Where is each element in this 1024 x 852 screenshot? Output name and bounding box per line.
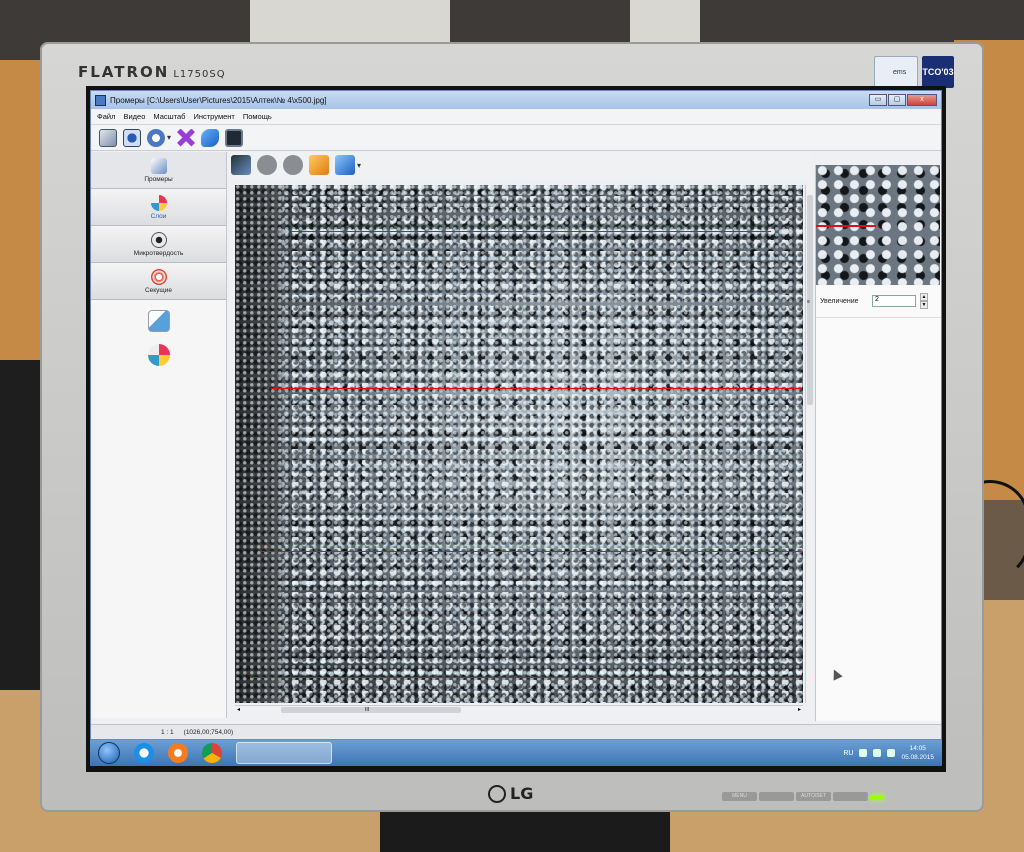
record-icon[interactable] [257, 155, 277, 175]
preview-panel: Увеличение 2 ▲ ▼ [815, 165, 941, 721]
tools-icon[interactable] [177, 128, 196, 147]
zoom-control: Увеличение 2 ▲ ▼ [816, 285, 941, 318]
menu-video[interactable]: Видео [123, 112, 145, 121]
status-scale: 1 : 1 [161, 728, 174, 736]
main-toolbar: ▾ [91, 125, 941, 151]
pause-icon[interactable] [283, 155, 303, 175]
camera-icon[interactable] [123, 128, 141, 147]
save-icon[interactable] [335, 155, 355, 175]
zoom-label: Увеличение [820, 297, 859, 305]
chrome-icon[interactable] [202, 743, 222, 763]
tab-layers[interactable]: Слои [91, 189, 226, 226]
close-button[interactable]: x [907, 94, 937, 106]
monitor-auto-button[interactable]: AUTO/SET [796, 792, 831, 801]
start-button[interactable] [98, 742, 120, 764]
screen: Промеры [C:\Users\User\Pictures\2015\Алт… [86, 86, 946, 772]
spin-down-icon[interactable]: ▼ [920, 301, 928, 309]
measure-line[interactable] [251, 677, 801, 678]
monitor-controls: MENU AUTO/SET [722, 792, 868, 801]
microhardness-icon [150, 231, 167, 248]
tab-label: Микротвердость [133, 249, 184, 257]
clock-date: 05.08.2015 [901, 754, 934, 761]
status-coords: (1026,00;754,00) [183, 728, 234, 736]
measure-icon [150, 157, 167, 174]
lg-text: LG [510, 784, 534, 803]
open-folder-icon[interactable] [309, 155, 329, 175]
rotate-icon[interactable] [201, 128, 220, 147]
tab-label: Промеры [144, 175, 173, 183]
system-tray: RU 14:05 05.08.2015 [843, 744, 942, 762]
measure-line[interactable] [261, 551, 801, 552]
network-icon[interactable] [859, 749, 868, 757]
spin-up-icon[interactable]: ▲ [920, 293, 928, 301]
printer [250, 0, 450, 48]
scroll-thumb[interactable]: ≡ [807, 195, 813, 405]
app-window: Промеры [C:\Users\User\Pictures\2015\Алт… [90, 90, 942, 740]
minimize-button[interactable]: ▭ [869, 94, 887, 106]
menu-scale[interactable]: Масштаб [153, 112, 185, 121]
lg-logo-icon [488, 784, 506, 803]
notebook-icon[interactable] [99, 128, 117, 147]
vertical-scrollbar[interactable]: ≡ [805, 185, 813, 703]
layers-small-icon[interactable] [147, 344, 170, 366]
horizontal-scrollbar[interactable]: ◂ III ▸ [235, 705, 803, 713]
camera-capture-icon[interactable] [231, 155, 251, 175]
image-toolbar: ▾ [227, 152, 811, 178]
zoom-spinner: ▲ ▼ [920, 293, 928, 309]
chevron-down-icon[interactable]: ▾ [357, 161, 361, 170]
tab-microhardness[interactable]: Микротвердость [91, 226, 226, 263]
tools-panel: Промеры Слои Микротвердость Секущие [91, 152, 227, 718]
menu-help[interactable]: Помощь [243, 112, 272, 121]
power-led [870, 795, 884, 800]
pen-icon[interactable] [147, 310, 170, 332]
app-icon [95, 94, 106, 106]
scroll-left-icon[interactable]: ◂ [237, 706, 240, 713]
ie-icon[interactable] [134, 743, 154, 763]
measure-line[interactable] [291, 231, 771, 232]
volume-icon[interactable] [887, 749, 896, 757]
menu-tool[interactable]: Инструмент [193, 112, 234, 121]
flag-icon[interactable] [873, 749, 882, 757]
lg-logo: LG [488, 784, 533, 803]
clock[interactable]: 14:05 05.08.2015 [901, 744, 934, 762]
scroll-thumb[interactable]: III [281, 707, 461, 713]
monitor-brand: FLATRON L1750SQ [78, 63, 226, 81]
preview-measure-line [816, 225, 876, 227]
media-player-icon[interactable] [168, 743, 188, 763]
maximize-button[interactable]: ▢ [888, 94, 906, 106]
brand-text: FLATRON [78, 63, 170, 81]
sub-tools [91, 300, 226, 366]
exit-icon[interactable] [225, 128, 244, 147]
window-controls: ▭ ▢ x [869, 94, 937, 106]
window-title: Промеры [C:\Users\User\Pictures\2015\Алт… [110, 95, 327, 105]
zoom-input[interactable]: 2 [872, 295, 916, 307]
titlebar[interactable]: Промеры [C:\Users\User\Pictures\2015\Алт… [91, 91, 941, 109]
preview-thumbnail[interactable] [816, 165, 940, 285]
tco-sticker: TCO'03 [922, 56, 954, 88]
model-text: L1750SQ [173, 69, 226, 80]
measure-app-icon[interactable] [236, 742, 332, 764]
language-indicator[interactable]: RU [843, 750, 853, 757]
secants-icon [150, 268, 167, 285]
scroll-right-icon[interactable]: ▸ [798, 706, 801, 713]
clock-time: 14:05 [909, 745, 926, 752]
measure-line[interactable] [271, 388, 801, 389]
monitor-button[interactable] [759, 792, 794, 801]
ems-sticker: ems [874, 56, 918, 88]
taskbar: RU 14:05 05.08.2015 [90, 740, 942, 766]
chevron-down-icon[interactable]: ▾ [167, 133, 171, 142]
menu-file[interactable]: Файл [97, 112, 115, 121]
tab-label: Секущие [144, 286, 173, 294]
status-bar: 1 : 1 (1026,00;754,00) [91, 724, 941, 739]
layers-icon [150, 194, 167, 211]
tab-measurements[interactable]: Промеры [91, 152, 226, 189]
tab-label: Слои [150, 212, 167, 220]
micrograph-viewport[interactable] [235, 185, 803, 703]
tab-secants[interactable]: Секущие [91, 263, 226, 300]
monitor-menu-button[interactable]: MENU [722, 792, 757, 801]
scale-icon[interactable] [147, 128, 165, 147]
menubar: Файл Видео Масштаб Инструмент Помощь [91, 109, 941, 125]
paper-sheet [630, 0, 700, 48]
monitor-button[interactable] [833, 792, 868, 801]
